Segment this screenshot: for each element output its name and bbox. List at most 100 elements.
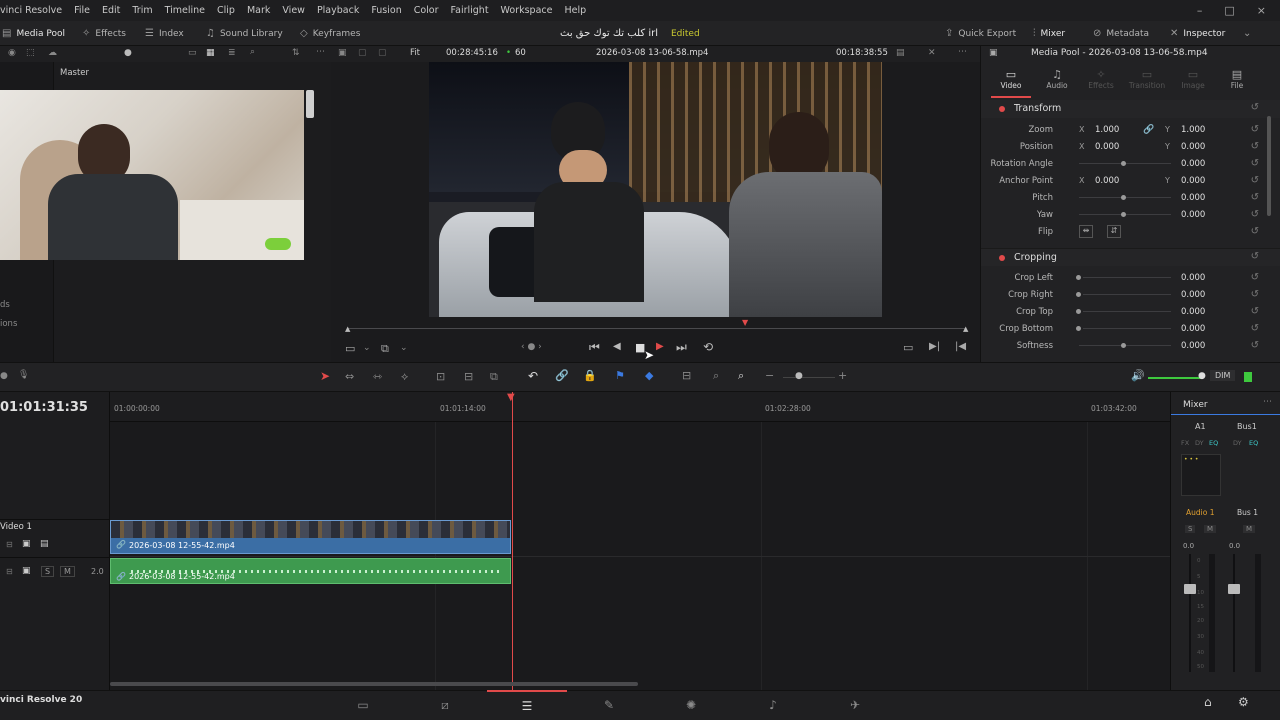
trim-tool-icon[interactable]: ⇔ [345,370,354,383]
scrollbar-thumb[interactable] [306,90,314,118]
anchor-y-field[interactable]: 0.000 [1181,176,1205,186]
metadata-button[interactable]: ⊘ Metadata [1093,21,1149,46]
reset-icon[interactable]: ↺ [1251,209,1259,220]
loop-icon[interactable]: ⟲ [703,340,713,354]
match-frame-button[interactable]: ⧉ [381,342,389,356]
snapping-icon[interactable]: ↶ [528,369,538,383]
cloud-icon[interactable]: ☁ [48,48,57,58]
pitch-field[interactable]: 0.000 [1181,193,1205,203]
cropping-enable-dot[interactable] [999,255,1005,261]
fullscreen-icon[interactable]: ▭ [903,341,913,354]
softness-handle[interactable] [1121,343,1126,348]
crop-bottom-handle[interactable] [1076,326,1081,331]
menu-fusion[interactable]: Fusion [365,5,407,16]
video-clip[interactable]: 🔗 2026-03-08 12-55-42.mp4 [110,520,511,554]
quick-export-button[interactable]: ⇪ Quick Export [945,21,1016,46]
timeline-playhead[interactable] [512,392,513,690]
tab-image[interactable]: ▭ Image [1173,68,1213,98]
yaw-slider-handle[interactable] [1121,212,1126,217]
list-icon[interactable]: ≣ [228,48,236,58]
zoom-custom-icon[interactable]: ⌕ [738,369,744,383]
page-fusion-icon[interactable]: ✎ [569,690,649,720]
volume-slider-track[interactable] [1148,377,1202,379]
auto-select-icon[interactable]: ▣ [22,539,31,549]
blade-tool-icon[interactable]: ⟡ [401,370,408,384]
bus-mute-button[interactable]: M [1243,525,1256,533]
viewer-layout-icon[interactable]: ▣ [338,48,347,58]
linked-selection-icon[interactable]: 🔗 [555,369,569,382]
anchor-x-field[interactable]: 0.000 [1095,176,1119,186]
zoom-in-icon[interactable]: + [838,369,847,382]
prev-clip-icon[interactable]: |◀ [955,341,966,352]
page-fairlight-icon[interactable]: ♪ [733,690,813,720]
viewer-more-icon[interactable]: ⋯ [958,47,967,57]
menu-timeline[interactable]: Timeline [159,5,211,16]
flag-icon[interactable]: ⚑ [615,369,625,382]
record-icon[interactable]: ● [0,371,8,381]
menu-file[interactable]: File [68,5,96,16]
link-icon[interactable]: 🔗 [1143,125,1154,135]
menu-trim[interactable]: Trim [126,5,158,16]
chevron-down-icon[interactable]: ⌄ [400,343,408,353]
crop-top-handle[interactable] [1076,309,1081,314]
volume-icon[interactable]: 🔊 [1131,369,1145,382]
track-visibility-icon[interactable]: ▤ [40,539,49,549]
crop-bottom-field[interactable]: 0.000 [1181,324,1205,334]
play-reverse-icon[interactable]: ◀ [613,341,621,352]
audio-auto-select-icon[interactable]: ▣ [22,566,31,576]
crop-left-handle[interactable] [1076,275,1081,280]
menu-clip[interactable]: Clip [211,5,241,16]
viewer-mode-button[interactable]: ▭ [345,342,355,355]
menu-mark[interactable]: Mark [241,5,276,16]
search-icon[interactable]: ⌕ [250,47,255,57]
pan-control[interactable]: • • • [1181,454,1221,496]
video-frame[interactable] [429,62,882,317]
bus-eq-label[interactable]: EQ [1249,439,1258,447]
tab-video[interactable]: ▭ Video [991,68,1031,98]
mixer-more-icon[interactable]: ⋯ [1263,397,1272,407]
position-y-field[interactable]: 0.000 [1181,142,1205,152]
viewer-mode-2-icon[interactable]: ▢ [378,48,387,58]
skip-start-icon[interactable]: ⏮ [589,340,600,355]
flip-horizontal-icon[interactable]: ⇹ [1079,225,1093,238]
microphone-icon[interactable]: 🎙 [18,370,29,380]
minimize-button[interactable]: – [1197,4,1203,17]
transform-enable-dot[interactable] [999,106,1005,112]
position-lock-icon[interactable]: 🔒 [583,369,597,382]
bin-sidebar-item-2[interactable]: ions [0,319,17,329]
timeline-scrollbar[interactable] [110,682,638,686]
volume-slider-handle[interactable]: ● [1198,371,1206,381]
scrubber-playhead[interactable]: ▼ [742,318,748,327]
close-button[interactable]: × [1257,4,1266,17]
zoom-x-field[interactable]: 1.000 [1095,125,1119,135]
expand-button[interactable]: ⌄ [1243,21,1251,46]
viewer-close-icon[interactable]: ✕ [928,48,936,58]
menu-app[interactable]: vinci Resolve [0,5,68,16]
maximize-button[interactable]: □ [1224,4,1234,17]
menu-workspace[interactable]: Workspace [495,5,559,16]
reset-icon[interactable]: ↺ [1251,251,1259,262]
scrubber-track[interactable] [348,328,966,329]
audio-lock-icon[interactable]: ⊟ [6,567,13,576]
timeline-ruler[interactable]: 01:00:00:00 01:01:14:00 01:02:28:00 01:0… [110,392,1170,422]
settings-gear-icon[interactable]: ⚙ [1238,695,1249,709]
reset-icon[interactable]: ↺ [1251,226,1259,237]
softness-field[interactable]: 0.000 [1181,341,1205,351]
tab-effects[interactable]: ✧ Effects [1081,68,1121,98]
dy-label[interactable]: DY [1195,439,1204,447]
reset-icon[interactable]: ↺ [1251,175,1259,186]
bus1-fader-track[interactable] [1233,554,1235,672]
mixer-mute-button[interactable]: M [1204,525,1217,533]
sort-icon[interactable]: ⬚ [26,48,35,58]
effects-button[interactable]: ✧ Effects [82,21,126,46]
page-deliver-icon[interactable]: ✈ [815,690,895,720]
zoom-slider-handle[interactable]: ● [124,48,132,58]
audio1-fader-handle[interactable] [1184,584,1196,594]
reset-icon[interactable]: ↺ [1251,192,1259,203]
page-edit-icon[interactable]: ☰ [487,690,567,720]
fx-label[interactable]: FX [1181,439,1189,447]
crop-right-field[interactable]: 0.000 [1181,290,1205,300]
flip-vertical-icon[interactable]: ⇵ [1107,225,1121,238]
home-icon[interactable]: ⌂ [1204,695,1212,709]
page-cut-icon[interactable]: ⧄ [405,690,485,720]
